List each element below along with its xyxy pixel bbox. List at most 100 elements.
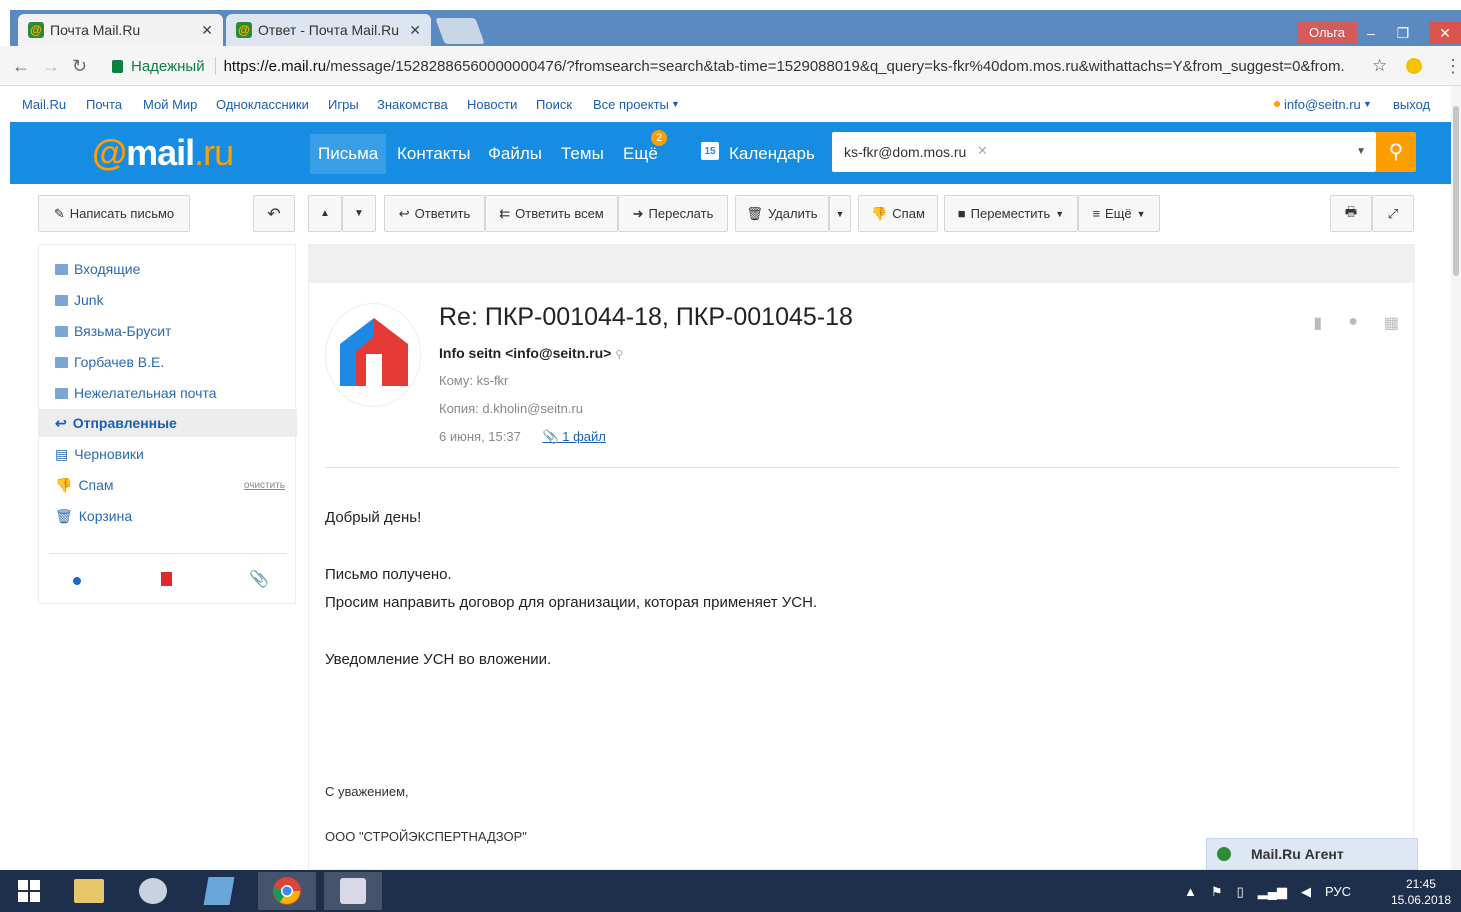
delete-options-button[interactable]: ▼ [829, 195, 851, 232]
folder-sent[interactable]: ↩ Отправленные [39, 409, 297, 437]
flag-filter-icon[interactable] [161, 572, 172, 586]
portal-link-mail[interactable]: Почта [86, 97, 122, 112]
folder-drafts[interactable]: ▤ Черновики [55, 442, 295, 466]
portal-link-ok[interactable]: Одноклассники [216, 97, 309, 112]
bookmark-star-icon[interactable]: ☆ [1372, 56, 1387, 76]
forward-button[interactable]: ➜ Переслать [618, 195, 728, 232]
up-arrow-icon: ▲ [320, 208, 330, 219]
attachments-link[interactable]: 📎 1 файл [542, 429, 605, 444]
forward-icon[interactable]: → [42, 56, 60, 77]
read-status-dot-icon[interactable]: ● [1348, 313, 1358, 333]
folder-junk[interactable]: Junk [55, 288, 295, 312]
next-message-button[interactable]: ▼ [342, 195, 376, 232]
url-separator [214, 57, 216, 75]
previous-message-button[interactable]: ▲ [308, 195, 342, 232]
portal-link-myworld[interactable]: Мой Мир [143, 97, 197, 112]
close-icon[interactable]: ✕ [409, 22, 421, 39]
search-button[interactable]: ⚲ [1376, 132, 1416, 172]
chevron-down-icon: ▼ [1055, 208, 1065, 219]
new-tab-button[interactable] [435, 18, 485, 44]
extension-icon[interactable] [1406, 58, 1422, 74]
portal-link-news[interactable]: Новости [467, 97, 517, 112]
close-window-icon[interactable]: ✕ [1429, 22, 1461, 44]
folder-spam[interactable]: 👎 Спам очистить [55, 473, 295, 497]
mailru-logo[interactable]: @mail.ru [92, 132, 234, 174]
clear-spam-link[interactable]: очистить [244, 480, 285, 491]
close-icon[interactable]: ✕ [201, 22, 213, 39]
search-query-tag[interactable]: ks-fkr@dom.mos.ru [844, 144, 966, 160]
folder-unwanted[interactable]: Нежелательная почта [55, 381, 295, 405]
minimize-icon[interactable]: – [1355, 22, 1387, 44]
tab-mail-reply[interactable]: @ Ответ - Почта Mail.Ru ✕ [226, 14, 431, 46]
notepad-button[interactable] [190, 872, 248, 910]
account-menu[interactable]: info@seitn.ru [1284, 97, 1361, 112]
search-input[interactable]: ks-fkr@dom.mos.ru ✕ ▼ [832, 132, 1376, 172]
clock[interactable]: 21:45 15.06.2018 [1391, 876, 1451, 908]
profile-button[interactable]: Ольга [1296, 22, 1357, 44]
move-button[interactable]: ■ Переместить ▼ [944, 195, 1078, 232]
folder-trash[interactable]: 🗑 Корзина [55, 504, 295, 528]
folder-label: Входящие [74, 261, 141, 277]
tab-mail-inbox[interactable]: @ Почта Mail.Ru ✕ [18, 14, 223, 46]
portal-link-all-projects[interactable]: Все проекты [593, 97, 669, 112]
tray-up-icon[interactable]: ▲ [1184, 884, 1197, 900]
logout-link[interactable]: выход [1393, 97, 1430, 112]
file-explorer-button[interactable] [60, 872, 118, 910]
app-button[interactable] [324, 872, 382, 910]
header-divider [325, 467, 1399, 468]
fullscreen-button[interactable]: ⤢ [1372, 195, 1414, 232]
volume-icon[interactable]: ◀ [1301, 884, 1311, 900]
menu-dots-icon[interactable]: ⋮ [1444, 56, 1461, 77]
mail-header: @mail.ru Письма Контакты Файлы Темы Ещё … [10, 122, 1451, 184]
reload-icon[interactable]: ↻ [72, 56, 87, 77]
chrome-button[interactable] [258, 872, 316, 910]
spam-button[interactable]: 👎 Спам [858, 195, 938, 232]
signal-icon[interactable]: ▂▄▆ [1258, 884, 1287, 900]
nav-themes[interactable]: Темы [561, 144, 604, 164]
attachment-filter-icon[interactable]: 📎 [249, 569, 269, 589]
maximize-icon[interactable]: ❐ [1387, 22, 1419, 44]
more-actions-button[interactable]: ≡ Ещё ▼ [1078, 195, 1160, 232]
nav-more[interactable]: Ещё [623, 144, 658, 164]
search-icon[interactable]: ⚲ [615, 349, 623, 361]
battery-icon[interactable]: ▯ [1237, 884, 1244, 900]
delete-button[interactable]: 🗑 Удалить [735, 195, 829, 232]
calendar-icon[interactable]: ▦ [1384, 313, 1399, 333]
flag-icon[interactable]: ⚑ [1211, 884, 1223, 900]
folder-label: Горбачев В.Е. [74, 354, 165, 370]
nav-calendar[interactable]: Календарь [729, 144, 815, 164]
reply-all-button[interactable]: ⇇ Ответить всем [485, 195, 618, 232]
portal-link-dating[interactable]: Знакомства [377, 97, 448, 112]
paint-button[interactable] [124, 872, 182, 910]
nav-contacts[interactable]: Контакты [397, 144, 470, 164]
undo-icon: ↶ [267, 205, 281, 223]
url-field[interactable]: Надежный https://e.mail.ru/message/15282… [98, 52, 1398, 80]
page-scrollbar[interactable] [1451, 86, 1461, 870]
message-sender[interactable]: Info seitn <info@seitn.ru> ⚲ [439, 345, 623, 361]
nav-files[interactable]: Файлы [488, 144, 542, 164]
mailru-agent-button[interactable]: Mail.Ru Агент [1206, 838, 1418, 870]
url-text: https://e.mail.ru/message/15282886560000… [223, 57, 1344, 75]
language-indicator[interactable]: РУС [1325, 884, 1351, 900]
chevron-down-icon[interactable]: ▼ [1356, 146, 1366, 157]
address-bar-row: ← → ↻ Надежный https://e.mail.ru/message… [0, 46, 1461, 86]
back-icon[interactable]: ← [12, 56, 30, 77]
print-button[interactable]: 🖶 [1330, 195, 1372, 232]
start-button[interactable] [0, 872, 58, 910]
unread-filter-icon[interactable] [73, 577, 81, 585]
portal-link-mailru[interactable]: Mail.Ru [22, 97, 66, 112]
scrollbar-thumb[interactable] [1453, 106, 1459, 276]
compose-button[interactable]: ✎ Написать письмо [38, 195, 190, 232]
folder-vyazma[interactable]: Вязьма-Брусит [55, 319, 295, 343]
bookmark-icon[interactable]: ▮ [1313, 313, 1322, 333]
clear-tag-icon[interactable]: ✕ [977, 143, 988, 159]
browser-tab-strip: @ Почта Mail.Ru ✕ @ Ответ - Почта Mail.R… [0, 0, 1461, 46]
folder-gorbachev[interactable]: Горбачев В.Е. [55, 350, 295, 374]
message-toolbar: ✎ Написать письмо ↶ ▲ ▼ ↩ Ответить ⇇ Отв… [0, 184, 1461, 242]
portal-link-games[interactable]: Игры [328, 97, 359, 112]
folder-inbox[interactable]: Входящие [55, 257, 295, 281]
nav-letters[interactable]: Письма [310, 134, 387, 174]
undo-button[interactable]: ↶ [253, 195, 295, 232]
portal-link-search[interactable]: Поиск [536, 97, 572, 112]
reply-button[interactable]: ↩ Ответить [384, 195, 485, 232]
